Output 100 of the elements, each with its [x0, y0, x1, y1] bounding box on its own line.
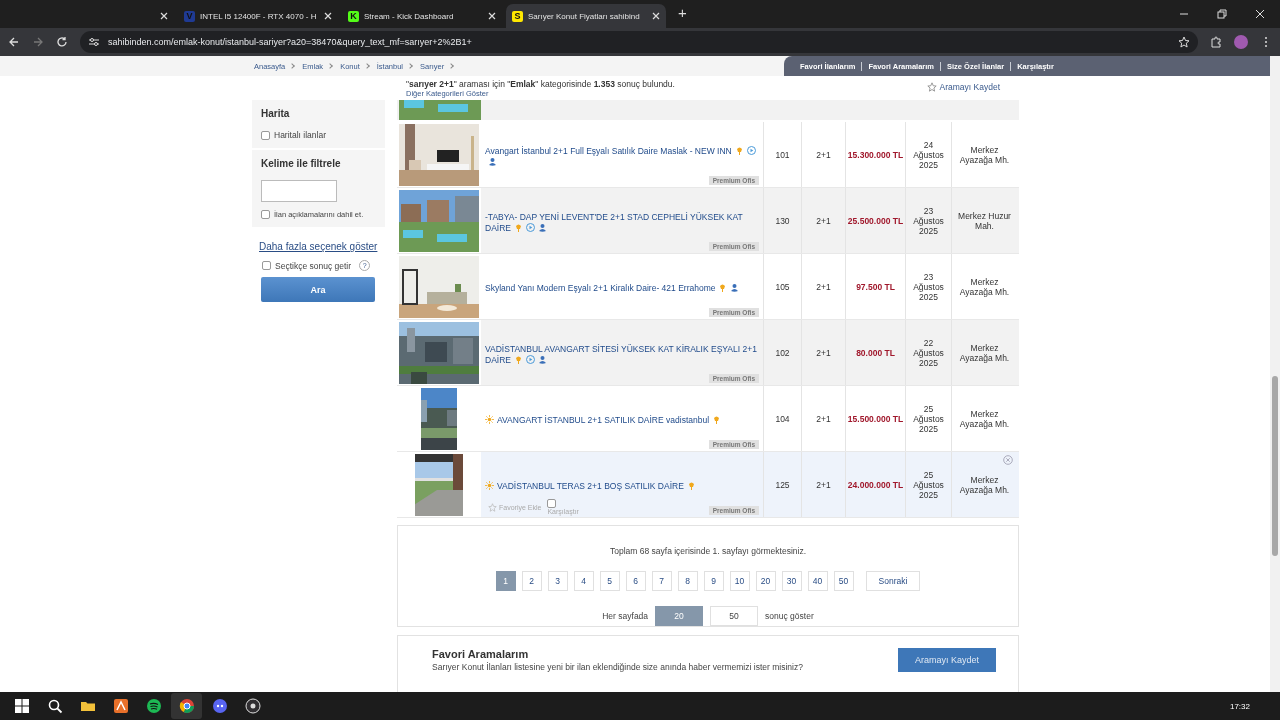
search-summary: "sarıyer 2+1" araması için "Emlak" kategorisinde 1.353 sonuç bulundu.	[406, 78, 675, 89]
price-value: 80.000 TL	[856, 347, 895, 358]
area-value: 102	[775, 347, 790, 358]
listing-title[interactable]: Skyland Yanı Modern Eşyalı 2+1 Kiralık Daire- 421 Errahome	[485, 283, 759, 294]
app-icon[interactable]	[112, 698, 129, 714]
checkbox[interactable]	[262, 261, 271, 270]
profile-avatar[interactable]	[1234, 35, 1248, 49]
location-value: Merkez Ayazağa Mh.	[958, 276, 1011, 297]
panel-text: Sarıyer Konut İlanları listesine yeni bir ilan eklendiğinde size anında haber vermemizi ister misiniz?	[432, 662, 804, 672]
page-button[interactable]: 10	[729, 571, 750, 591]
url-text: sahibinden.com/emlak-konut/istanbul-sariyer?a20=38470&query_text_mf=sarıyer+2%2B1+	[108, 37, 473, 47]
area-value: 101	[775, 149, 790, 160]
page-button[interactable]: 40	[807, 571, 828, 591]
page-button[interactable]: 3	[547, 571, 568, 591]
page-button[interactable]: 4	[573, 571, 594, 591]
area-value: 105	[775, 281, 790, 292]
close-icon[interactable]	[652, 12, 660, 20]
close-icon[interactable]	[160, 12, 168, 20]
listing-title[interactable]: AVANGART İSTANBUL 2+1 SATILIK DAİRE vadistanbul	[485, 415, 759, 426]
save-search-link[interactable]: Aramayı Kaydet	[926, 82, 1000, 94]
checkbox[interactable]	[261, 130, 270, 140]
rooms-value: 2+1	[816, 413, 831, 424]
location-value: Merkez Ayazağa Mh.	[958, 342, 1011, 363]
back-icon[interactable]	[8, 36, 20, 48]
price-value: 97.500 TL	[856, 281, 895, 292]
location-value: Merkez Ayazağa Mh.	[958, 408, 1011, 429]
listing-title[interactable]: -TABYA- DAP YENİ LEVENT'DE 2+1 STAD CEPHELİ YÜKSEK KAT DAİRE	[485, 211, 759, 234]
next-page-button[interactable]: Sonraki	[865, 571, 921, 591]
listing-date: 25 Ağustos 2025	[913, 403, 944, 434]
music-app-icon[interactable]	[145, 698, 162, 714]
checkbox-label[interactable]: Haritalı ilanlar	[274, 130, 326, 140]
page-button[interactable]: 6	[625, 571, 646, 591]
per-page-option[interactable]: 50	[710, 606, 759, 626]
listing-title[interactable]: VADİSTANBUL TERAS 2+1 BOŞ SATILIK DAİRE	[485, 481, 759, 492]
record-icon[interactable]	[244, 698, 261, 714]
puzzle-icon[interactable]	[1210, 36, 1222, 48]
keyword-field[interactable]	[261, 180, 337, 202]
browser-icon[interactable]	[178, 698, 195, 714]
location-value: Merkez Ayazağa Mh.	[958, 474, 1011, 495]
tab-favicon: K	[348, 10, 359, 22]
checkbox[interactable]	[261, 210, 270, 219]
page-button[interactable]: 8	[677, 571, 698, 591]
bookmark-star-icon[interactable]	[1178, 36, 1190, 48]
windows-icon[interactable]	[13, 698, 30, 714]
rooms-value: 2+1	[816, 479, 831, 490]
area-value: 104	[775, 413, 790, 424]
page-button[interactable]: 2	[521, 571, 542, 591]
rooms-value: 2+1	[816, 215, 831, 226]
reload-icon[interactable]	[56, 36, 68, 48]
per-page-label: Her sayfada	[602, 611, 649, 621]
chat-app-icon[interactable]	[211, 698, 228, 714]
site-settings-icon[interactable]	[88, 36, 100, 48]
new-tab-button[interactable]: +	[670, 3, 695, 25]
listing-title[interactable]: VADİSTANBUL AVANGART SİTESİ YÜKSEK KAT KİRALIK EŞYALI 2+1 DAİRE	[485, 343, 759, 366]
price-value: 15.500.000 TL	[847, 413, 904, 424]
close-icon[interactable]	[488, 12, 496, 20]
page-button[interactable]: 7	[651, 571, 672, 591]
listing-date: 25 Ağustos 2025	[913, 469, 944, 500]
address-bar[interactable]: sahibinden.com/emlak-konut/istanbul-sariyer?a20=38470&query_text_mf=sarıyer+2%2B1+	[80, 31, 1198, 53]
close-icon[interactable]	[1254, 8, 1266, 20]
checkbox-label[interactable]: Seçtikçe sonuç getir	[275, 260, 352, 271]
page-button[interactable]: 20	[755, 571, 776, 591]
page-button[interactable]: 9	[703, 571, 724, 591]
location-value: Merkez Huzur Mah.	[957, 210, 1012, 231]
listing-date: 23 Ağustos 2025	[913, 271, 944, 302]
listing-date: 22 Ağustos 2025	[913, 337, 944, 368]
listing-date: 23 Ağustos 2025	[913, 205, 944, 236]
page-button[interactable]: 50	[833, 571, 854, 591]
listing-date: 24 Ağustos 2025	[913, 139, 944, 170]
search-button[interactable]: Ara	[261, 277, 375, 302]
rooms-value: 2+1	[816, 281, 831, 292]
listing-title[interactable]: Avangart İstanbul 2+1 Full Eşyalı Satılık Daire Maslak - NEW INN	[485, 145, 759, 168]
panel-title: Favori Aramalarım	[432, 648, 530, 660]
restore-icon[interactable]	[1216, 8, 1228, 20]
search-icon[interactable]	[46, 698, 63, 714]
rooms-value: 2+1	[816, 149, 831, 160]
section-title: Harita	[261, 108, 291, 119]
star-icon	[926, 82, 937, 92]
tab-favicon: V	[184, 10, 195, 22]
clock-time: 17:32	[1229, 701, 1250, 711]
save-search-button[interactable]: Aramayı Kaydet	[898, 648, 996, 672]
page-button[interactable]: 30	[781, 571, 802, 591]
rooms-value: 2+1	[816, 347, 831, 358]
scrollbar-thumb[interactable]	[1272, 376, 1278, 556]
browser-tab[interactable]: V INTEL I5 12400F - RTX 4070 - H	[178, 4, 338, 28]
more-options-link[interactable]: Daha fazla seçenek göster	[259, 241, 385, 252]
close-icon[interactable]	[324, 12, 332, 20]
tab-favicon: S	[512, 10, 523, 22]
browser-tab[interactable]: S Sarıyer Konut Fiyatları sahibind	[506, 4, 666, 28]
browser-tab[interactable]: K Stream - Kick Dashboard	[342, 4, 502, 28]
forward-icon[interactable]	[32, 36, 44, 48]
area-value: 130	[775, 215, 790, 226]
price-value: 15.300.000 TL	[847, 149, 904, 160]
star-icon	[488, 502, 497, 512]
price-value: 24.000.000 TL	[847, 479, 904, 490]
per-page-suffix: sonuç göster	[765, 611, 814, 621]
price-value: 25.500.000 TL	[847, 215, 904, 226]
section-title: Kelime ile filtrele	[261, 158, 342, 169]
page-button[interactable]: 5	[599, 571, 620, 591]
page-summary: Toplam 68 sayfa içerisinde 1. sayfayı görmektesiniz.	[609, 546, 807, 556]
